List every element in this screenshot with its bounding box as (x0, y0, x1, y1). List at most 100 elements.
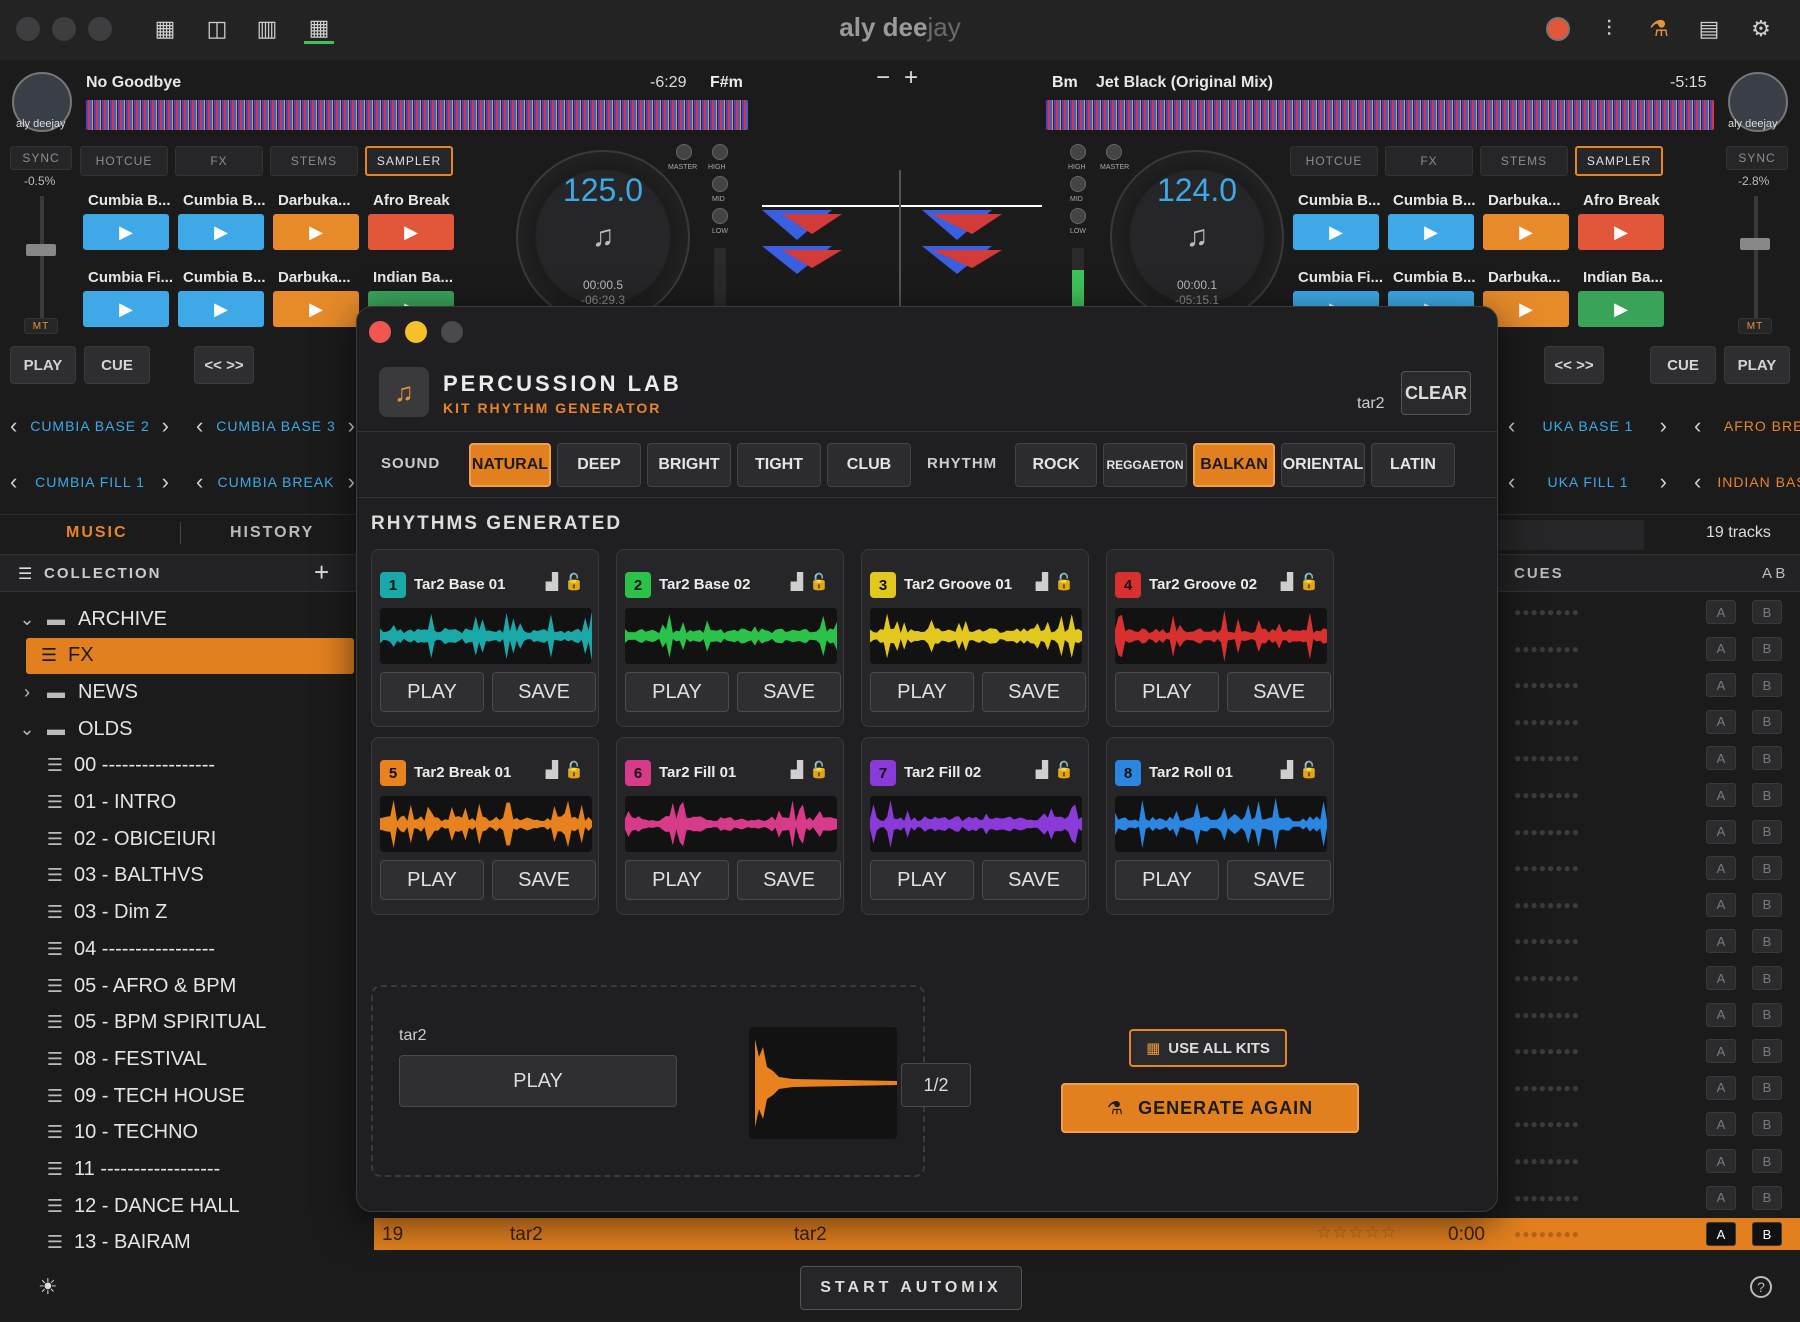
master-tempo-left[interactable]: MT (24, 318, 58, 334)
add-playlist-button[interactable]: + (314, 557, 329, 588)
channel-fader-left[interactable] (714, 248, 726, 310)
sidebar-item[interactable]: ☰ FX (26, 637, 354, 674)
b-button[interactable]: B (1752, 746, 1782, 771)
a-button[interactable]: A (1706, 600, 1736, 624)
sidebar-item[interactable]: ☰ 01 - INTRO (0, 785, 355, 821)
sidebar-item[interactable]: ☰ 02 - OBICEIURI (0, 821, 355, 857)
sidebar-item[interactable]: › ▬ NEWS (0, 674, 355, 710)
chevron-left-icon[interactable]: ‹ (186, 413, 214, 439)
b-button[interactable]: B (1752, 819, 1782, 844)
play-button-right[interactable]: PLAY (1724, 346, 1790, 384)
mixer-icon[interactable]: ⫶ (1594, 14, 1624, 44)
chevron-right-icon[interactable]: › (1650, 469, 1678, 495)
pads-layout-icon[interactable]: ▦ (304, 14, 334, 44)
rhythm-waveform[interactable] (625, 796, 837, 852)
a-button[interactable]: A (1706, 1222, 1736, 1246)
a-button[interactable]: A (1706, 746, 1736, 771)
rhythm-play-button[interactable]: PLAY (870, 860, 974, 900)
rhythm-waveform[interactable] (1115, 608, 1327, 664)
a-button[interactable]: A (1706, 673, 1736, 698)
waveform-overview-left[interactable] (86, 100, 748, 130)
close-window-button[interactable] (369, 321, 391, 343)
tab-music[interactable]: MUSIC (66, 524, 128, 542)
tab-hotcue[interactable]: HOTCUE (1290, 146, 1378, 176)
a-button[interactable]: A (1706, 1185, 1736, 1210)
sidebar-item[interactable]: ⌄ ▬ OLDS (0, 711, 355, 747)
bars-icon[interactable]: ▟ (1281, 762, 1299, 779)
rhythm-save-button[interactable]: SAVE (982, 672, 1086, 712)
deck-layout-icon[interactable]: ◫ (202, 14, 232, 44)
keyboard-icon[interactable]: ▥ (252, 14, 282, 44)
sample-slot[interactable]: ‹ CUMBIA BREAK › (186, 459, 366, 505)
rhythm-waveform[interactable] (1115, 796, 1327, 852)
rhythm-play-button[interactable]: PLAY (380, 860, 484, 900)
master-knob-left[interactable] (676, 144, 692, 160)
sample-slot[interactable]: ‹ CUMBIA BASE 2 › (0, 403, 180, 449)
sidebar-item[interactable]: ⌄ ▬ ARCHIVE (0, 601, 355, 637)
rhythm-save-button[interactable]: SAVE (737, 672, 841, 712)
table-row-selected[interactable]: 19 tar2 tar2 ☆☆☆☆☆ 0:00 ●●●●●●●● A B (374, 1218, 1800, 1250)
window-close-button[interactable] (16, 17, 40, 41)
chevron-right-icon[interactable]: › (16, 682, 38, 703)
b-button[interactable]: B (1752, 1112, 1782, 1137)
a-button[interactable]: A (1706, 966, 1736, 990)
bars-icon[interactable]: ▟ (1036, 762, 1054, 779)
tab-sampler[interactable]: SAMPLER (365, 146, 453, 176)
sample-page-indicator[interactable]: 1/2 (901, 1063, 971, 1107)
bars-icon[interactable]: ▟ (1036, 574, 1054, 591)
sidebar-item[interactable]: ☰ 09 - TECH HOUSE (0, 1078, 355, 1114)
a-button[interactable]: A (1706, 783, 1736, 807)
rhythm-save-button[interactable]: SAVE (982, 860, 1086, 900)
rating-stars-icon[interactable]: ☆☆☆☆☆ (1316, 1222, 1397, 1243)
sidebar-item[interactable]: ☰ 13 - BAIRAM (0, 1225, 355, 1261)
cue-button-right[interactable]: CUE (1650, 346, 1716, 384)
rhythm-play-button[interactable]: PLAY (1115, 860, 1219, 900)
tab-sampler[interactable]: SAMPLER (1575, 146, 1663, 176)
chevron-left-icon[interactable]: ‹ (1684, 469, 1712, 495)
rhythm-waveform[interactable] (870, 796, 1082, 852)
a-button[interactable]: A (1706, 892, 1736, 917)
master-tempo-right[interactable]: MT (1738, 318, 1772, 334)
sample-slot[interactable]: ‹ UKA FILL 1 › (1498, 459, 1678, 505)
b-button[interactable]: B (1752, 1002, 1782, 1027)
rhythm-save-button[interactable]: SAVE (492, 672, 596, 712)
sidebar-item[interactable]: ☰ 00 ----------------- (0, 748, 355, 784)
bars-icon[interactable]: ▟ (1281, 574, 1299, 591)
b-button[interactable]: B (1752, 966, 1782, 990)
option-tight[interactable]: TIGHT (737, 443, 821, 487)
book-icon[interactable]: ▤ (1694, 14, 1724, 44)
low-knob-left[interactable] (712, 208, 728, 224)
unlock-icon[interactable]: 🔓 (1054, 762, 1080, 779)
unlock-icon[interactable]: 🔓 (1299, 762, 1325, 779)
unlock-icon[interactable]: 🔓 (564, 574, 590, 591)
b-button[interactable]: B (1752, 856, 1782, 881)
tab-history[interactable]: HISTORY (230, 524, 314, 542)
high-knob-right[interactable] (1070, 144, 1086, 160)
chevron-down-icon[interactable]: ⌄ (16, 609, 38, 630)
help-icon[interactable]: ? (1750, 1276, 1772, 1298)
sidebar-item[interactable]: ☰ 03 - Dim Z (0, 895, 355, 931)
sample-slot[interactable]: ‹ CUMBIA BASE 3 › (186, 403, 366, 449)
chevron-left-icon[interactable]: ‹ (0, 413, 28, 439)
sample-slot[interactable]: ‹INDIAN BASE 2› (1684, 459, 1800, 505)
mid-knob-right[interactable] (1070, 176, 1086, 192)
cue-button-left[interactable]: CUE (84, 346, 150, 384)
pad-play-button[interactable]: ▶ (1578, 214, 1664, 250)
b-button[interactable]: B (1752, 783, 1782, 807)
play-button-left[interactable]: PLAY (10, 346, 76, 384)
rhythm-save-button[interactable]: SAVE (1227, 672, 1331, 712)
option-latin[interactable]: LATIN (1371, 443, 1455, 487)
bars-icon[interactable]: ▟ (791, 574, 809, 591)
sync-button-left[interactable]: SYNC (10, 146, 72, 170)
rhythm-play-button[interactable]: PLAY (380, 672, 484, 712)
master-knob-right[interactable] (1106, 144, 1122, 160)
a-button[interactable]: A (1706, 856, 1736, 881)
tab-hotcue[interactable]: HOTCUE (80, 146, 168, 176)
bars-icon[interactable]: ▟ (791, 762, 809, 779)
sample-slot[interactable]: ‹ UKA BASE 1 › (1498, 403, 1678, 449)
sample-play-button[interactable]: PLAY (399, 1055, 677, 1107)
tab-stems[interactable]: STEMS (270, 146, 358, 176)
option-natural[interactable]: NATURAL (469, 443, 551, 487)
b-button[interactable]: B (1752, 1149, 1782, 1173)
b-button[interactable]: B (1752, 1185, 1782, 1210)
